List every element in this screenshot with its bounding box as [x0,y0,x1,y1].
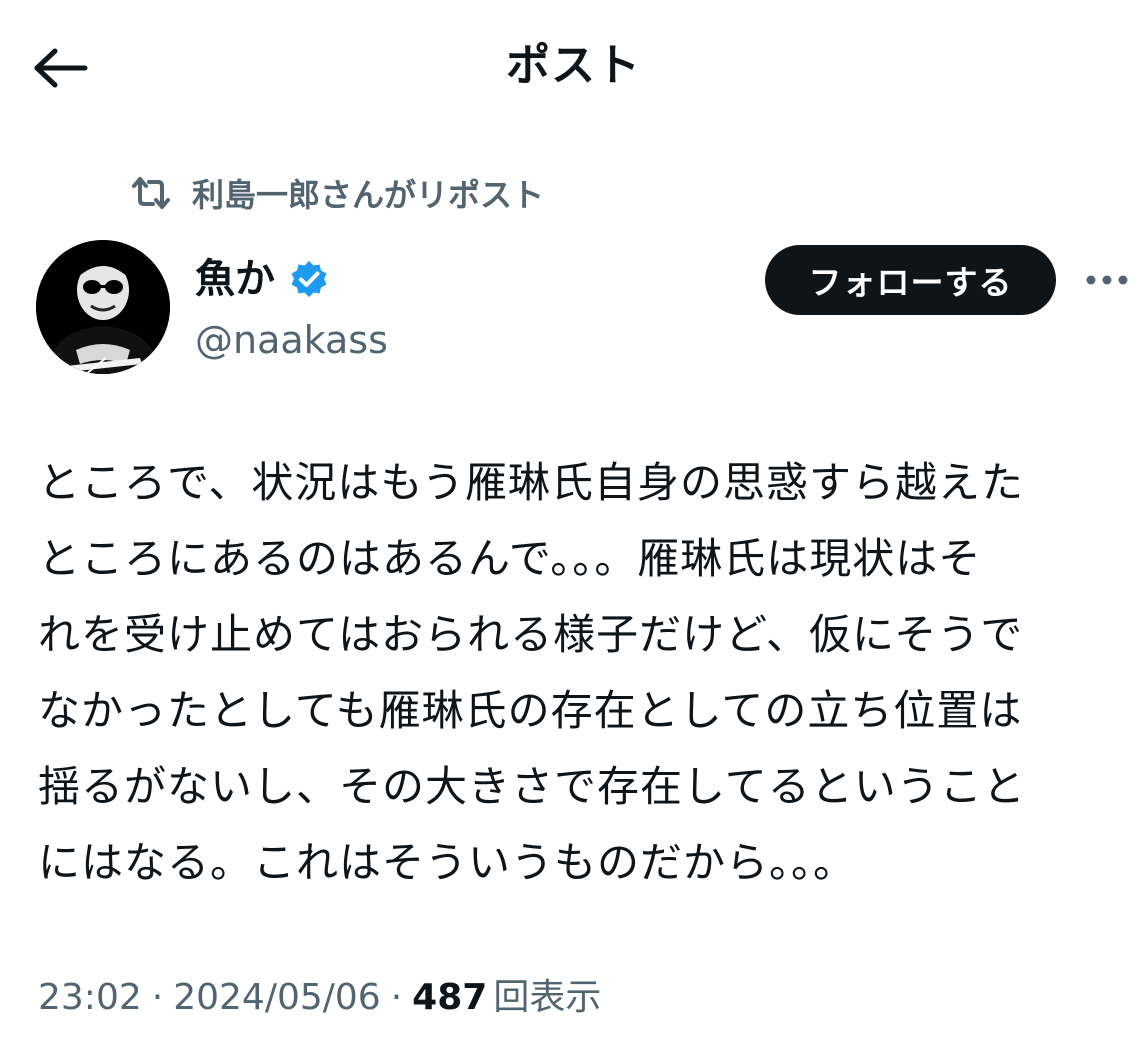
post-date[interactable]: 2024/05/06 [173,968,381,1028]
repost-context[interactable]: 利島一郎さんがリポスト [130,168,544,218]
author-block: 魚か @naakass [195,248,388,368]
repost-icon [130,172,172,214]
more-options-button[interactable] [1082,262,1132,298]
separator: · [151,977,164,1018]
verified-badge-icon [289,259,329,299]
user-handle[interactable]: @naakass [195,312,388,368]
repost-text: 利島一郎さんがリポスト [192,176,545,214]
post-metadata: 23:02 · 2024/05/06 · 487 回表示 [38,968,601,1028]
avatar[interactable] [36,240,170,374]
views-count[interactable]: 487 [412,968,487,1028]
separator: · [390,977,403,1018]
post-text: ところで、状況はもう雁琳氏自身の思惑すら越えた ところにあるのはあるんで。。。雁… [38,458,1026,887]
top-bar: ポスト [0,0,1147,130]
post-time[interactable]: 23:02 [38,968,142,1028]
follow-button[interactable]: フォローする [765,245,1056,315]
page-title: ポスト [506,40,641,91]
views-label: 回表示 [493,977,602,1018]
more-horizontal-icon [1086,275,1128,285]
display-name[interactable]: 魚か [195,248,275,310]
